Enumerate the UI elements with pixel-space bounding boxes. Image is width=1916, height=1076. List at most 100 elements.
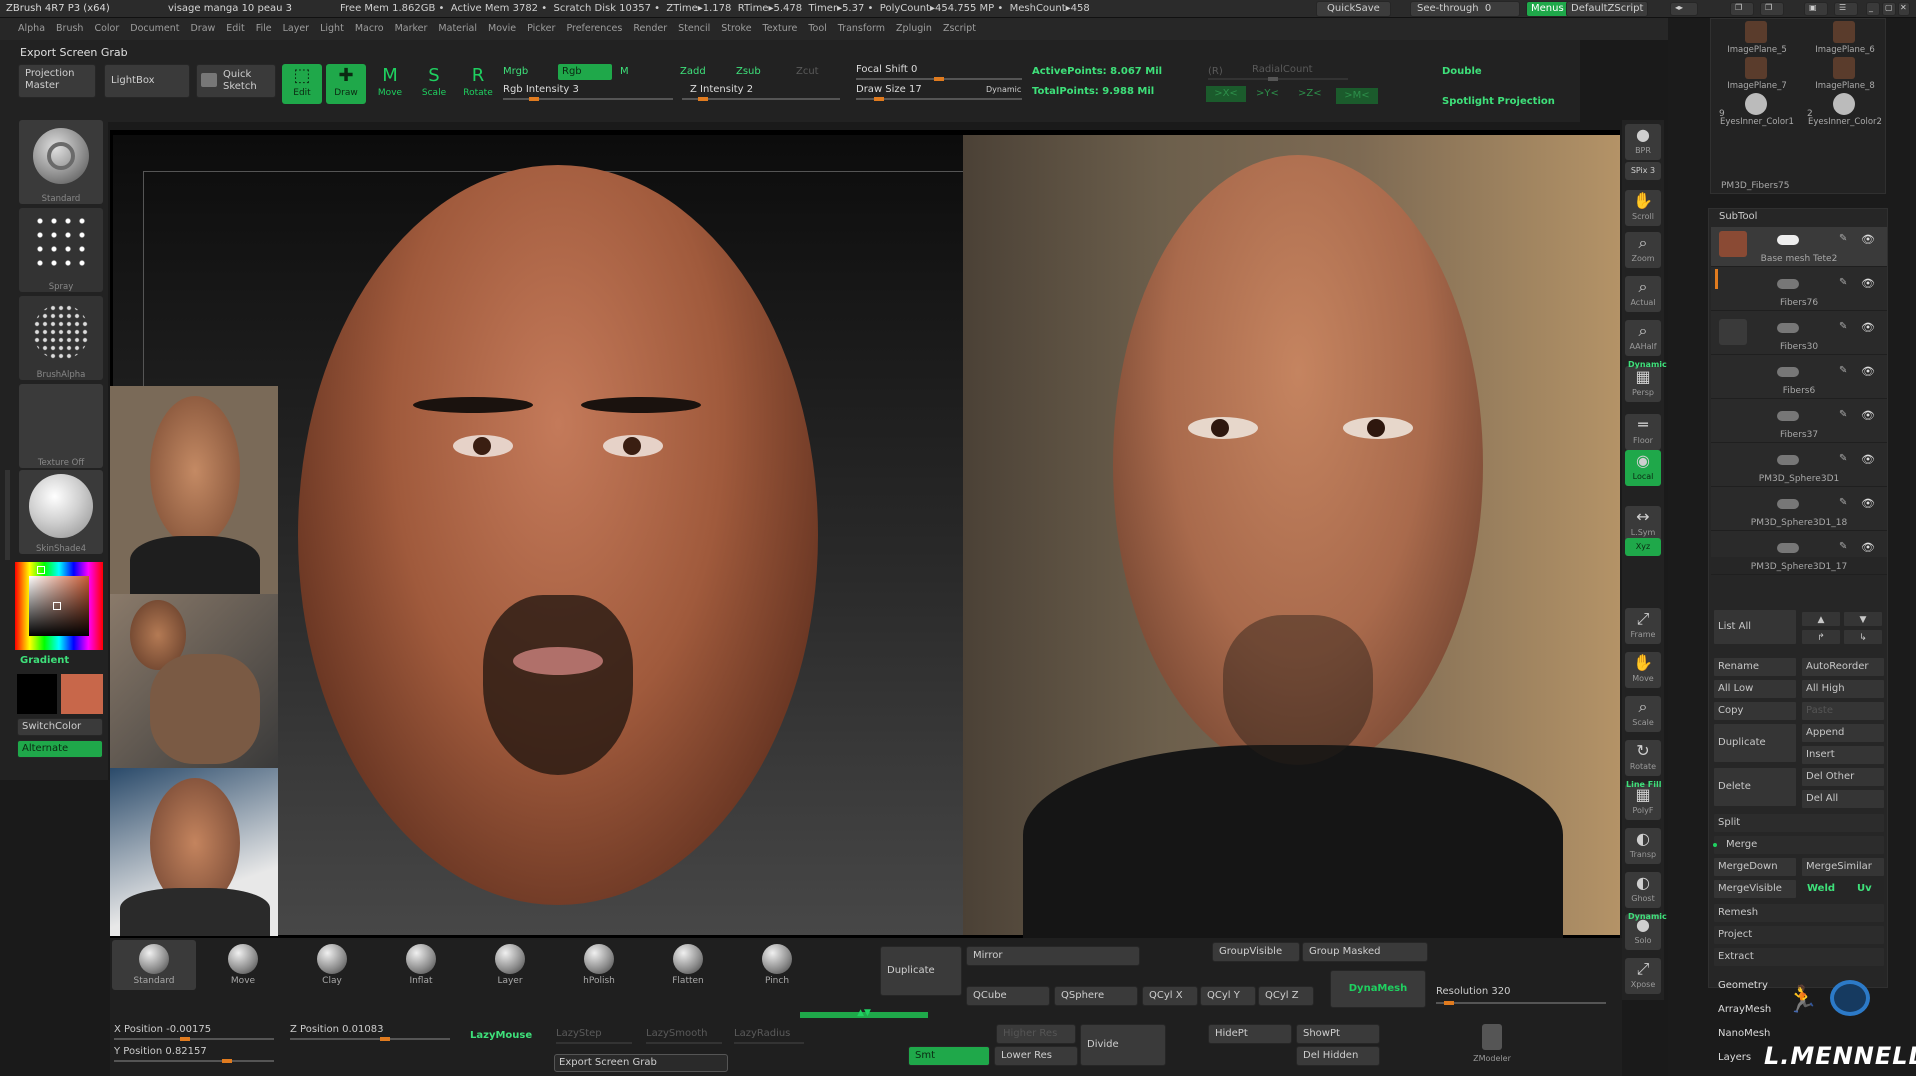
paste-icon[interactable]: ❐ — [1760, 2, 1784, 16]
menu-material[interactable]: Material — [438, 18, 477, 40]
append-button[interactable]: Append — [1801, 723, 1885, 743]
menu-document[interactable]: Document — [130, 18, 179, 40]
nano-mesh-section[interactable]: NanoMesh — [1718, 1028, 1770, 1039]
right-polyf-button[interactable]: ▦ PolyF — [1625, 784, 1661, 820]
menu-brush[interactable]: Brush — [56, 18, 83, 40]
color-marker[interactable] — [53, 602, 61, 610]
right-zoom-button[interactable]: ⌕ Zoom — [1625, 232, 1661, 268]
merge-visible-button[interactable]: MergeVisible — [1713, 879, 1797, 899]
symmetry-x-toggle[interactable]: >X< — [1206, 86, 1246, 102]
close-icon[interactable]: ✕ — [1898, 2, 1910, 16]
rgb-intensity-knob[interactable] — [529, 97, 539, 101]
visibility-eye-icon[interactable]: 👁 — [1861, 453, 1875, 466]
right-actual-button[interactable]: ⌕ Actual — [1625, 276, 1661, 312]
qcyl-y-button[interactable]: QCyl Y — [1200, 986, 1256, 1006]
subtool-toggle[interactable] — [1777, 367, 1799, 377]
material-tile[interactable]: SkinShade4 — [19, 470, 103, 554]
spotlight-projection-toggle[interactable]: Spotlight Projection — [1442, 96, 1555, 107]
menu-draw[interactable]: Draw — [190, 18, 215, 40]
menu-preferences[interactable]: Preferences — [566, 18, 622, 40]
arrow-up-right-icon[interactable]: ↱ — [1801, 629, 1841, 645]
menu-render[interactable]: Render — [633, 18, 667, 40]
right-local-button[interactable]: ◉ Local — [1625, 450, 1661, 486]
maximize-icon[interactable]: ▢ — [1882, 2, 1896, 16]
menu-edit[interactable]: Edit — [226, 18, 244, 40]
tool-scale-button[interactable]: S Scale — [414, 64, 454, 104]
weld-toggle[interactable]: Weld — [1807, 883, 1835, 894]
subtool-row[interactable]: ✎ 👁 PM3D_Sphere3D1 — [1711, 447, 1887, 487]
subtool-toggle[interactable] — [1777, 235, 1799, 245]
symmetry-z-toggle[interactable]: >Z< — [1298, 88, 1322, 99]
z-position-knob[interactable] — [380, 1037, 390, 1041]
dynamesh-button[interactable]: DynaMesh — [1330, 970, 1426, 1008]
texture-tile[interactable]: Texture Off — [19, 384, 103, 468]
double-toggle[interactable]: Double — [1442, 66, 1482, 77]
duplicate-subtool-button[interactable]: Duplicate — [1713, 723, 1797, 763]
line-fill-toggle[interactable]: Line Fill — [1626, 780, 1661, 789]
divide-button[interactable]: Divide — [1080, 1024, 1166, 1066]
project-section[interactable]: Project — [1713, 925, 1885, 945]
resolution-knob[interactable] — [1444, 1001, 1454, 1005]
menu-layer[interactable]: Layer — [283, 18, 310, 40]
color-picker[interactable] — [15, 562, 103, 650]
menu-macro[interactable]: Macro — [355, 18, 384, 40]
lazy-step-slider[interactable] — [556, 1042, 632, 1044]
del-hidden-button[interactable]: Del Hidden — [1296, 1046, 1380, 1066]
qsphere-button[interactable]: QSphere — [1054, 986, 1138, 1006]
zcut-toggle[interactable]: Zcut — [796, 66, 819, 77]
rgb-intensity-slider[interactable] — [503, 97, 673, 101]
polypaint-brush-icon[interactable]: ✎ — [1839, 321, 1847, 332]
right-aahalf-button[interactable]: ⌕ AAHalf — [1625, 320, 1661, 356]
move-down-icon[interactable]: ▼ — [1843, 611, 1883, 627]
menus-toggle[interactable]: Menus — [1526, 1, 1569, 17]
menu-color[interactable]: Color — [94, 18, 119, 40]
tool-thumbnail[interactable]: EyesInner_Color1 — [1715, 93, 1799, 127]
brush-hpolish-button[interactable]: hPolish — [557, 940, 641, 990]
tool-thumbnail[interactable]: ImagePlane_5 — [1715, 21, 1799, 55]
right-scale-button[interactable]: ⌕ Scale — [1625, 696, 1661, 732]
group-visible-button[interactable]: GroupVisible — [1212, 942, 1300, 962]
merge-down-button[interactable]: MergeDown — [1713, 857, 1797, 877]
visibility-eye-icon[interactable]: 👁 — [1861, 277, 1875, 290]
tool-move-button[interactable]: M Move — [370, 64, 410, 104]
focal-shift-slider[interactable] — [856, 77, 1022, 81]
polypaint-brush-icon[interactable]: ✎ — [1839, 365, 1847, 376]
z-position-slider[interactable] — [290, 1037, 450, 1041]
polypaint-brush-icon[interactable]: ✎ — [1839, 497, 1847, 508]
subtool-toggle[interactable] — [1777, 279, 1799, 289]
visibility-eye-icon[interactable]: 👁 — [1861, 321, 1875, 334]
y-position-knob[interactable] — [222, 1059, 232, 1063]
qcyl-z-button[interactable]: QCyl Z — [1258, 986, 1314, 1006]
hide-pt-button[interactable]: HidePt — [1208, 1024, 1292, 1044]
visibility-eye-icon[interactable]: 👁 — [1861, 233, 1875, 246]
alternate-toggle[interactable]: Alternate — [17, 740, 103, 758]
rename-button[interactable]: Rename — [1713, 657, 1797, 677]
mirror-button[interactable]: Mirror — [966, 946, 1140, 966]
merge-section[interactable]: Merge — [1713, 835, 1885, 855]
brush-layer-button[interactable]: Layer — [468, 940, 552, 990]
duplicate-button[interactable]: Duplicate — [880, 946, 962, 996]
delete-button[interactable]: Delete — [1713, 767, 1797, 807]
subtool-toggle[interactable] — [1777, 499, 1799, 509]
zmodeler-brush[interactable]: ZModeler — [1470, 1024, 1514, 1064]
brush-tile[interactable]: Standard — [19, 120, 103, 204]
zadd-toggle[interactable]: Zadd — [680, 66, 706, 77]
menu-picker[interactable]: Picker — [527, 18, 555, 40]
copy-button[interactable]: Copy — [1713, 701, 1797, 721]
radial-count-slider[interactable] — [1208, 77, 1348, 81]
qcyl-x-button[interactable]: QCyl X — [1142, 986, 1198, 1006]
lazy-mouse-toggle[interactable]: LazyMouse — [470, 1030, 532, 1041]
lower-res-button[interactable]: Lower Res — [994, 1046, 1078, 1066]
move-up-icon[interactable]: ▲ — [1801, 611, 1841, 627]
quicksave-button[interactable]: QuickSave — [1316, 1, 1391, 17]
visibility-eye-icon[interactable]: 👁 — [1861, 541, 1875, 554]
polypaint-brush-icon[interactable]: ✎ — [1839, 409, 1847, 420]
paste-button[interactable]: Paste — [1801, 701, 1885, 721]
visibility-eye-icon[interactable]: 👁 — [1861, 365, 1875, 378]
all-low-button[interactable]: All Low — [1713, 679, 1797, 699]
copy-icon[interactable]: ❐ — [1730, 2, 1754, 16]
right-spix-3-button[interactable]: SPix 3 — [1625, 162, 1661, 180]
quick-sketch-button[interactable]: Quick Sketch — [196, 64, 276, 98]
right-xpose-button[interactable]: ⤢ Xpose — [1625, 958, 1661, 994]
menu-file[interactable]: File — [256, 18, 272, 40]
